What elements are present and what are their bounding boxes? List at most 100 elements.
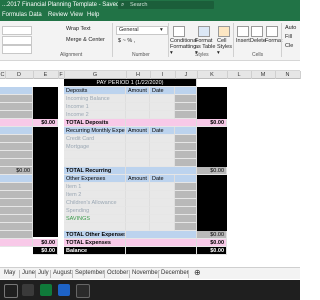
- other-header[interactable]: Other Expenses: [64, 175, 126, 183]
- left-cell[interactable]: [0, 135, 33, 143]
- recurring-item[interactable]: Mortgage: [64, 143, 126, 151]
- indent-buttons[interactable]: [2, 36, 32, 45]
- tab-help[interactable]: Help: [87, 12, 99, 18]
- left-total-cell[interactable]: [0, 231, 33, 239]
- recurring-blank[interactable]: [175, 159, 197, 167]
- task-view-icon[interactable]: [22, 284, 34, 296]
- recurring-amount[interactable]: [126, 159, 150, 167]
- other-amount[interactable]: [126, 183, 150, 191]
- total-other-label[interactable]: TOTAL Other Expenses: [64, 231, 126, 239]
- other-amount[interactable]: [126, 207, 150, 215]
- column-header-g[interactable]: G: [64, 71, 127, 79]
- column-header-n[interactable]: N: [275, 71, 301, 79]
- column-header-e[interactable]: E: [33, 71, 59, 79]
- word-icon[interactable]: [58, 284, 70, 296]
- total-other-blank[interactable]: [126, 231, 197, 239]
- recurring-blank[interactable]: [175, 151, 197, 159]
- conditional-formatting-button[interactable]: Conditional Formatting ▾: [170, 38, 198, 56]
- other-item[interactable]: Spending: [64, 207, 126, 215]
- left-total-cell[interactable]: [0, 119, 33, 127]
- format-button[interactable]: Format: [265, 38, 282, 44]
- recurring-item-empty[interactable]: [64, 159, 126, 167]
- left-cell[interactable]: [0, 95, 33, 103]
- format-as-table-icon[interactable]: [198, 26, 210, 37]
- recurring-date[interactable]: [150, 135, 175, 143]
- other-amount[interactable]: [126, 199, 150, 207]
- recurring-blank[interactable]: [175, 135, 197, 143]
- autosum-button[interactable]: Auto: [285, 25, 296, 31]
- merge-center-button[interactable]: Merge & Center: [66, 37, 105, 43]
- left-cell[interactable]: [0, 215, 33, 223]
- format-icon[interactable]: [266, 26, 278, 37]
- recurring-header[interactable]: Recurring Monthly Expense: [64, 127, 126, 135]
- sheet-tab-october[interactable]: October: [107, 270, 128, 276]
- left-cell[interactable]: [0, 103, 33, 111]
- clear-button[interactable]: Cle: [285, 43, 293, 49]
- deposit-date[interactable]: [150, 95, 175, 103]
- column-header-j[interactable]: J: [175, 71, 198, 79]
- deposit-blank[interactable]: [175, 95, 197, 103]
- search-box[interactable]: ⌕ Search: [118, 1, 214, 9]
- recurring-amount[interactable]: [126, 151, 150, 159]
- other-date[interactable]: [150, 207, 175, 215]
- tab-view[interactable]: View: [70, 12, 83, 18]
- column-header-m[interactable]: M: [251, 71, 276, 79]
- left-balance-value[interactable]: $0.00: [33, 247, 58, 255]
- recurring-date[interactable]: [150, 159, 175, 167]
- left-cell[interactable]: [0, 191, 33, 199]
- delete-button[interactable]: Delete: [250, 38, 266, 44]
- sheet-tab-may[interactable]: May: [4, 270, 15, 276]
- fill-button[interactable]: Fill: [285, 34, 292, 40]
- deposit-date[interactable]: [150, 111, 175, 119]
- balance-blank[interactable]: [126, 247, 197, 255]
- sheet-tab-december[interactable]: December: [161, 270, 189, 276]
- wrap-text-button[interactable]: Wrap Text: [66, 26, 91, 32]
- left-total-cell[interactable]: $0.00: [0, 167, 33, 175]
- font-size-box[interactable]: [2, 26, 32, 35]
- other-date[interactable]: [150, 199, 175, 207]
- total-expenses-blank[interactable]: [126, 239, 197, 247]
- recurring-item[interactable]: Credit Card: [64, 135, 126, 143]
- recurring-date[interactable]: [150, 151, 175, 159]
- other-amount-header[interactable]: Amount: [126, 175, 150, 183]
- recurring-blank[interactable]: [175, 143, 197, 151]
- deposits-blank-header[interactable]: [175, 87, 197, 95]
- deposit-blank[interactable]: [175, 103, 197, 111]
- recurring-item-empty[interactable]: [64, 151, 126, 159]
- other-blank[interactable]: [175, 223, 197, 231]
- other-blank[interactable]: [175, 199, 197, 207]
- other-date-header[interactable]: Date: [150, 175, 175, 183]
- align-buttons[interactable]: [2, 45, 32, 54]
- search-icon[interactable]: [4, 284, 18, 298]
- other-amount[interactable]: [126, 191, 150, 199]
- left-cell[interactable]: [0, 143, 33, 151]
- left-section-header[interactable]: [0, 127, 33, 135]
- left-total-value[interactable]: $0.00: [33, 119, 58, 127]
- deposit-item[interactable]: Incoming Balance: [64, 95, 126, 103]
- recurring-date-header[interactable]: Date: [150, 127, 175, 135]
- savings-item[interactable]: SAVINGS: [64, 215, 126, 223]
- other-date[interactable]: [150, 191, 175, 199]
- left-total-cell[interactable]: [0, 239, 33, 247]
- other-date[interactable]: [150, 223, 175, 231]
- other-blank[interactable]: [175, 183, 197, 191]
- column-header-h[interactable]: H: [126, 71, 151, 79]
- other-item[interactable]: Children's Allowance: [64, 199, 126, 207]
- left-cell[interactable]: [0, 183, 33, 191]
- tab-formulas[interactable]: Formulas: [2, 12, 27, 18]
- left-cell[interactable]: [0, 207, 33, 215]
- spreadsheet-grid[interactable]: PAY PERIOD 1 (1/22/2020) Deposits Amount…: [0, 79, 300, 249]
- left-section-header[interactable]: [0, 175, 33, 183]
- other-date[interactable]: [150, 215, 175, 223]
- other-blank[interactable]: [175, 215, 197, 223]
- sheet-tab-august[interactable]: August: [53, 270, 72, 276]
- sheet-tab-november[interactable]: November: [132, 270, 160, 276]
- other-item[interactable]: Item 2: [64, 191, 126, 199]
- total-expenses-label[interactable]: TOTAL Expenses: [64, 239, 126, 247]
- column-header-l[interactable]: L: [227, 71, 252, 79]
- deposit-item[interactable]: Income 2: [64, 111, 126, 119]
- deposits-amount-header[interactable]: Amount: [126, 87, 150, 95]
- balance-label[interactable]: Balance: [64, 247, 126, 255]
- left-cell[interactable]: [0, 151, 33, 159]
- deposits-header[interactable]: Deposits: [64, 87, 126, 95]
